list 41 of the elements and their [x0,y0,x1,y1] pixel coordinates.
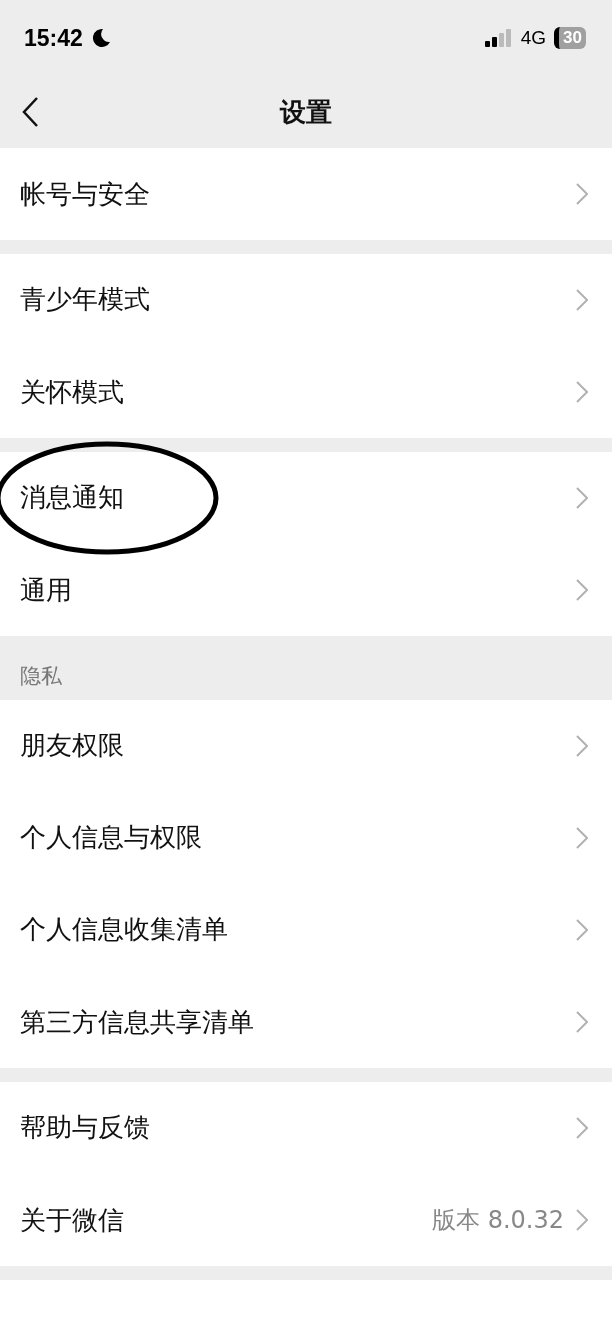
chevron-right-icon [576,734,588,757]
row-label: 帮助与反馈 [20,1111,151,1144]
signal-icon [484,29,513,47]
settings-row[interactable]: 关怀模式 [0,346,612,438]
settings-row[interactable]: 第三方信息共享清单 [0,976,612,1068]
settings-row[interactable]: 通用 [0,544,612,636]
chevron-right-icon [576,486,588,509]
row-label: 关于微信 [20,1203,125,1237]
settings-row[interactable]: 帐号与安全 [0,148,612,240]
chevron-right-icon [576,826,588,849]
row-label: 朋友权限 [20,729,125,762]
row-value: 版本 8.0.32 [432,1205,564,1236]
moon-icon [90,28,111,48]
network-label: 4G [520,27,547,49]
chevron-right-icon [576,183,588,205]
status-time: 15:42 [24,24,83,52]
row-label: 个人信息收集清单 [20,913,229,946]
chevron-right-icon [576,381,588,403]
row-label: 帐号与安全 [20,177,151,211]
row-label: 第三方信息共享清单 [20,1005,255,1039]
chevron-right-icon [576,288,588,311]
chevron-right-icon [576,1011,588,1033]
chevron-right-icon [576,579,588,601]
settings-row[interactable]: 关于微信 版本 8.0.32 [0,1174,612,1266]
page-title: 设置 [280,95,332,129]
chevron-right-icon [576,918,588,941]
settings-row[interactable]: 个人信息收集清单 [0,884,612,976]
row-label: 关怀模式 [20,375,125,409]
settings-row[interactable]: 消息通知 [0,452,612,544]
battery-indicator: 30 [554,27,586,49]
row-label: 青少年模式 [20,283,151,316]
row-label: 通用 [20,573,73,607]
section-header: 隐私 [19,663,63,690]
settings-row[interactable]: 青少年模式 [0,254,612,346]
settings-row[interactable]: 个人信息与权限 [0,792,612,884]
chevron-right-icon [576,1209,588,1231]
row-label: 消息通知 [20,481,125,514]
chevron-right-icon [576,1116,588,1139]
settings-row[interactable]: 帮助与反馈 [0,1082,612,1174]
settings-row[interactable]: 朋友权限 [0,700,612,792]
row-label: 个人信息与权限 [20,821,203,854]
